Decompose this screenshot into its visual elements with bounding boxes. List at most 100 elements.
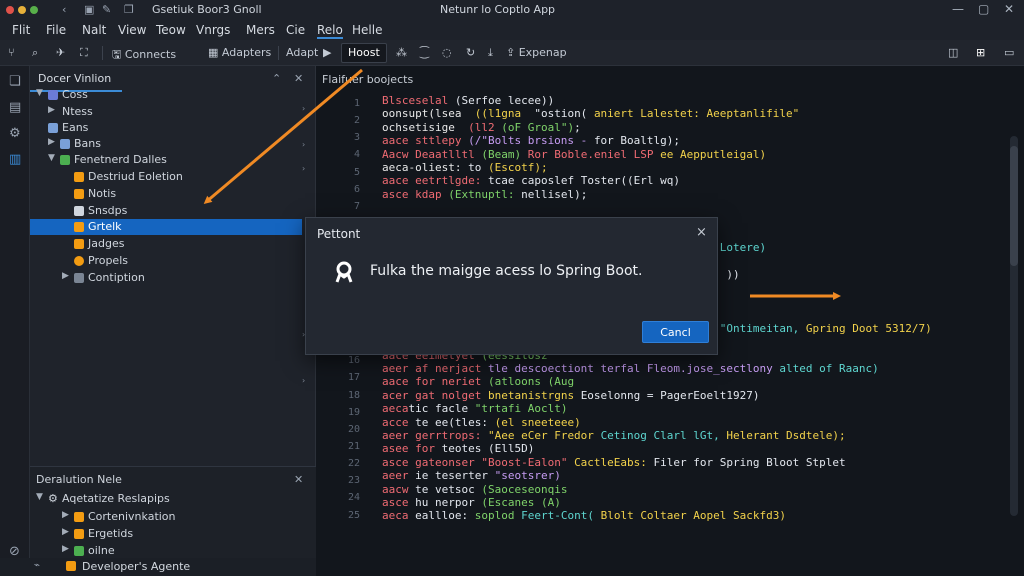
menu-item[interactable]: View: [118, 23, 146, 37]
cancel-button[interactable]: Cancl: [642, 321, 709, 343]
code-line[interactable]: aeer af nerjact tle descoectiont terfal …: [382, 362, 879, 375]
line-number: 21: [347, 441, 360, 453]
tree-item[interactable]: ▼ ⚙ Aqetatize Reslapips: [30, 491, 302, 507]
files-icon[interactable]: ❏: [9, 74, 21, 89]
close-icon[interactable]: ×: [696, 225, 707, 240]
adapt-button[interactable]: Adapt: [286, 46, 318, 59]
tree-item[interactable]: ▼ Coss: [30, 87, 302, 103]
tree-item[interactable]: ▶ Ergetids: [30, 526, 302, 542]
code-line[interactable]: aeer ie teserter "seotsrer): [382, 469, 561, 482]
editor-scrollbar[interactable]: [1010, 136, 1018, 516]
debug-icon[interactable]: ⛶: [80, 46, 88, 60]
code-line[interactable]: aecatic facle "trtafi Aoclt): [382, 402, 567, 415]
code-line[interactable]: Blsceselal (Serfoe lecee)): [382, 94, 554, 107]
status-mode-icon[interactable]: ⌁: [34, 560, 40, 571]
menu-item[interactable]: Vnrgs: [196, 23, 230, 37]
tree-label: Propels: [88, 254, 128, 267]
branch-icon[interactable]: ⑂: [8, 46, 15, 59]
code-token: aace sttlepy: [382, 134, 469, 148]
restore-icon[interactable]: ▢: [978, 2, 989, 16]
add-icon[interactable]: ⊞: [976, 46, 985, 59]
code-line[interactable]: asee for teotes (Ell5D): [382, 442, 534, 455]
maximize-window-dot[interactable]: [30, 6, 38, 14]
minimize-window-dot[interactable]: [18, 6, 26, 14]
code-line[interactable]: acer gat nolget bnetanistrgns Eoselonng …: [382, 389, 760, 402]
scrollbar-thumb[interactable]: [1010, 146, 1018, 266]
code-line[interactable]: aacw te vetsoc (Saoceseonqis: [382, 483, 567, 496]
menu-item[interactable]: Mers: [246, 23, 275, 37]
tree-item[interactable]: ▶ Contiption: [30, 270, 302, 286]
tree-item[interactable]: Notis: [30, 186, 302, 202]
menu-item[interactable]: Teow: [156, 23, 186, 37]
layout-icon[interactable]: ▭: [1004, 46, 1014, 59]
wand-icon[interactable]: ⁂: [396, 46, 407, 59]
tree-item[interactable]: ▼ Fenetnerd Dalles: [30, 152, 302, 168]
code-line[interactable]: asce hu nerpor (Escanes (A): [382, 496, 561, 509]
search-panel-icon[interactable]: ▤: [9, 100, 21, 115]
tree-item[interactable]: Snsdps: [30, 203, 302, 219]
tree-item[interactable]: Propels: [30, 253, 302, 269]
editor-tab[interactable]: Flaifuer boojects: [322, 73, 413, 86]
collapse-icon[interactable]: ⤓: [488, 46, 493, 60]
tree-item[interactable]: ▶ Ntess: [30, 104, 302, 120]
hoost-button[interactable]: Hoost: [348, 46, 380, 59]
file-icon: [74, 189, 84, 199]
close-panel-icon[interactable]: ✕: [294, 72, 303, 85]
settings-icon[interactable]: ⊘: [9, 544, 20, 559]
folder-icon: [48, 90, 58, 100]
code-token: acce: [382, 415, 416, 429]
code-line[interactable]: oonsupt(lsea ((l1gna "ostion( aniert Lal…: [382, 107, 799, 120]
code-line[interactable]: aeca-oliest: to (Escotf);: [382, 161, 548, 174]
source-control-icon[interactable]: ▥: [9, 152, 21, 167]
code-line[interactable]: aeca eallloe: soplod Feert-Cont( Blolt C…: [382, 509, 786, 522]
folder-icon: [74, 512, 84, 522]
tree-item[interactable]: ▶ Cortenivnkation: [30, 509, 302, 525]
menu-item-active[interactable]: Relo: [317, 23, 343, 39]
history-icon[interactable]: ↻: [466, 46, 475, 59]
split-editor-icon[interactable]: ◫: [948, 46, 958, 59]
menu-item[interactable]: Helle: [352, 23, 382, 37]
close-window-dot[interactable]: [6, 6, 14, 14]
code-line[interactable]: Aacw Deaatlltl (Beam) Ror Boble.eniel LS…: [382, 148, 766, 161]
tree-item[interactable]: ▶ Bans: [30, 136, 302, 152]
tree-item[interactable]: Destriud Eoletion: [30, 169, 302, 185]
chevron-right-icon: ▶: [62, 527, 69, 537]
tree-item[interactable]: Eans: [30, 120, 302, 136]
menu-item[interactable]: Cie: [286, 23, 305, 37]
user-alert-icon: [335, 261, 353, 283]
file-icon[interactable]: ▣: [84, 3, 94, 16]
extensions-icon[interactable]: ⚙: [9, 126, 21, 141]
play-icon[interactable]: ▶: [323, 46, 331, 59]
code-line[interactable]: aace sttlepy (/"Bolts brsions - for Boal…: [382, 134, 680, 147]
menu-item[interactable]: Flit: [12, 23, 30, 37]
code-line[interactable]: asce gateonser "Boost-Ealon" CactleEabs:…: [382, 456, 846, 469]
copy-icon[interactable]: ❐: [124, 3, 134, 16]
search-icon[interactable]: ⌕: [32, 46, 38, 60]
menu-item[interactable]: Nalt: [82, 23, 106, 37]
close-icon[interactable]: ✕: [1004, 2, 1014, 16]
bulb-icon[interactable]: ◌: [442, 46, 452, 59]
tree-item[interactable]: ▶ oilne: [30, 543, 302, 559]
link-icon[interactable]: ⁐: [420, 46, 429, 59]
close-panel-icon[interactable]: ✕: [294, 473, 303, 486]
edit-icon[interactable]: ✎: [102, 3, 111, 16]
code-line[interactable]: aace eetrtlgde: tcae caposlef Toster((Er…: [382, 174, 680, 187]
connects-button[interactable]: 🖫 Connects: [112, 46, 176, 65]
collapse-all-icon[interactable]: ⌃: [272, 72, 281, 85]
back-icon[interactable]: ‹: [62, 3, 66, 16]
code-line[interactable]: ochsetisige (ll2 (oF Groal");: [382, 121, 581, 134]
menu-item[interactable]: File: [46, 23, 66, 37]
explorer-title: Docer Vinlion: [38, 72, 112, 85]
code-line[interactable]: acce te ee(tles: (el sneeteee): [382, 416, 581, 429]
status-text[interactable]: Developer's Agente: [82, 560, 190, 573]
code-line[interactable]: aace for neriet (atloons (Aug: [382, 375, 574, 388]
tree-item[interactable]: Jadges: [30, 236, 302, 252]
explorer-button[interactable]: ⇪ Expenap: [506, 46, 567, 59]
code-line[interactable]: aeer gerrtrops: "Aee eCer Fredor Cetinog…: [382, 429, 846, 442]
minimize-icon[interactable]: —: [952, 2, 964, 16]
adapters-button[interactable]: ▦ Adapters: [208, 46, 271, 59]
tree-item-selected[interactable]: Grtelk: [30, 219, 302, 235]
code-line[interactable]: asce kdap (Extnuptl: nellisel);: [382, 188, 587, 201]
run-icon[interactable]: ✈: [56, 46, 65, 59]
agent-icon: [66, 561, 76, 571]
